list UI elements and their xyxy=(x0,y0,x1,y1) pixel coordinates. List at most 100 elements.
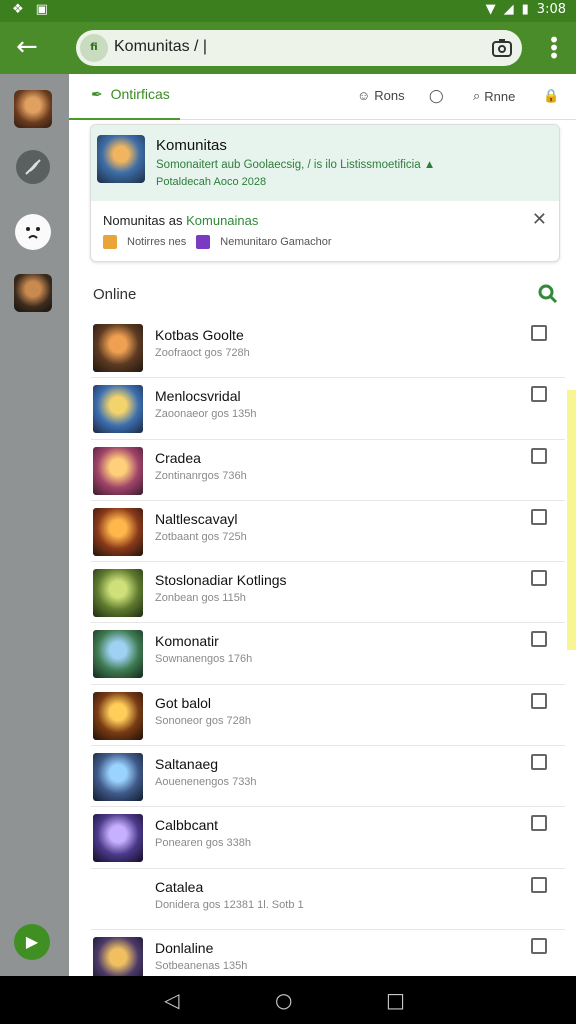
member-name: Saltanaeg xyxy=(155,756,219,773)
member-name: Kotbas Goolte xyxy=(155,327,244,343)
member-name: Stoslonadiar Kotlings xyxy=(155,572,287,589)
community-card[interactable]: Komunitas Somonaitert aub Goolaecsig, / … xyxy=(90,124,560,262)
member-name: Cradea xyxy=(155,449,201,466)
select-checkbox[interactable] xyxy=(531,570,547,587)
tab-ontirficas-label: Ontirficas xyxy=(110,86,170,102)
notification-icon: ❖ xyxy=(12,2,24,17)
avatar xyxy=(93,753,143,802)
member-status: Sononeor gos 728h xyxy=(155,714,252,727)
member-name: Komonatir xyxy=(155,633,219,650)
card-subtitle-accent: Komunainas xyxy=(186,213,259,228)
member-status: Sownanengos 176h xyxy=(155,653,253,666)
search-icon[interactable] xyxy=(538,284,558,304)
tab-ontirficas[interactable]: ✒ Ontirficas xyxy=(69,86,180,120)
member-list: Kotbas Goolte Zoofraoct gos 728h Menlocsvr… xyxy=(91,317,565,991)
camera-icon[interactable] xyxy=(490,36,514,60)
card-description: Somonaitert aub Goolaecsig, / is ilo Lis… xyxy=(156,159,436,171)
arrow-left-icon[interactable]: ← xyxy=(16,34,46,62)
member-status: Zontinanrgos 736h xyxy=(155,469,247,482)
avatar xyxy=(93,507,143,556)
triangle-back-icon[interactable]: ◁ xyxy=(164,988,179,1012)
play-icon[interactable]: ▶ xyxy=(14,924,50,960)
address-text[interactable]: Komunitas / | xyxy=(114,38,207,56)
avatar-warrior-icon[interactable] xyxy=(14,90,52,128)
signal-icon: ◢ xyxy=(503,2,514,17)
avatar xyxy=(93,630,143,679)
member-status: Sotbeanenas 135h xyxy=(155,959,248,972)
more-vert-icon[interactable]: • • • xyxy=(548,30,560,66)
select-checkbox[interactable] xyxy=(531,754,547,771)
avatar xyxy=(93,814,143,863)
status-bar: ❖ ▣ ▼ ◢ ▮ 3:08 xyxy=(0,0,576,22)
avatar xyxy=(93,385,143,434)
card-tag-1: Notirres nes xyxy=(127,236,187,248)
list-item[interactable]: Kotbas Goolte Zoofraoct gos 728h xyxy=(91,317,565,379)
card-title: Komunitas xyxy=(156,137,227,154)
member-name: Calbbcant xyxy=(155,817,219,834)
avatar xyxy=(93,446,143,495)
list-item[interactable]: Calbbcant Ponearen gos 338h xyxy=(91,807,565,869)
tab-rons-label: Rons xyxy=(374,88,405,103)
list-item[interactable]: Got balol Sononeor gos 728h xyxy=(91,685,565,747)
select-checkbox[interactable] xyxy=(531,447,547,464)
person-icon: ☺ xyxy=(357,88,371,103)
member-status: Ponearen gos 338h xyxy=(155,837,252,850)
list-item[interactable]: Komonatir Sownanengos 176h xyxy=(91,623,565,685)
card-tag-2: Nemunitaro Gamachor xyxy=(220,236,332,248)
top-nav: ✒ Ontirficas ☺ Rons ◯ ⌕ Rnne 🔒 xyxy=(69,74,576,120)
tab-rnne-label: Rnne xyxy=(484,88,516,104)
select-checkbox[interactable] xyxy=(531,386,547,403)
wifi-icon: ▼ xyxy=(485,2,496,17)
feather-icon[interactable] xyxy=(16,150,50,184)
member-status: Zonbean gos 115h xyxy=(155,592,246,605)
lock-icon[interactable]: 🔒 xyxy=(543,88,559,104)
avatar xyxy=(93,569,143,618)
site-badge: fi xyxy=(80,34,108,62)
avatar-gunner-icon[interactable] xyxy=(14,274,52,312)
app-toolbar: ← fi Komunitas / | • • • xyxy=(0,22,576,74)
card-subtitle: Nomunitas as Komunainas xyxy=(103,213,258,228)
avatar xyxy=(93,691,143,740)
avatar xyxy=(93,875,143,924)
member-name: Catalea xyxy=(155,878,204,895)
close-icon[interactable]: ✕ xyxy=(532,209,547,230)
list-item[interactable]: Naltlescavayl Zotbaant gos 725h xyxy=(91,501,565,563)
list-item[interactable]: Stoslonadiar Kotlings Zonbean gos 115h xyxy=(91,562,565,624)
select-checkbox[interactable] xyxy=(531,631,547,648)
square-recents-icon[interactable]: □ xyxy=(386,988,405,1012)
list-item[interactable]: Cradea Zontinanrgos 736h xyxy=(91,440,565,501)
member-name: Donlaline xyxy=(155,939,214,956)
scrollbar[interactable] xyxy=(567,390,576,650)
tab-rnne[interactable]: ⌕ Rnne xyxy=(473,88,515,104)
list-item[interactable]: Saltanaeg Aouenenengos 733h xyxy=(91,746,565,808)
battery-icon: ▮ xyxy=(521,2,529,17)
select-checkbox[interactable] xyxy=(531,876,547,893)
puzzle-icon xyxy=(196,235,211,249)
member-name: Menlocsvridal xyxy=(155,388,241,405)
ghost-face-icon[interactable] xyxy=(15,214,51,250)
status-time: 3:08 xyxy=(536,2,566,17)
main-content: ✒ Ontirficas ☺ Rons ◯ ⌕ Rnne 🔒 Komunitas… xyxy=(69,74,576,985)
list-item[interactable]: Catalea Donidera gos 12381 1l. Sotb 1 xyxy=(91,869,565,930)
member-status: Zaoonaeor gos 135h xyxy=(155,408,257,421)
select-checkbox[interactable] xyxy=(531,508,547,525)
card-tags: Notirres nes Nemunitaro Gamachor xyxy=(103,235,332,249)
list-item[interactable]: Menlocsvridal Zaoonaeor gos 135h xyxy=(91,378,565,440)
member-status: Zotbaant gos 725h xyxy=(155,530,247,543)
select-checkbox[interactable] xyxy=(531,937,547,954)
address-bar[interactable]: fi Komunitas / | xyxy=(76,30,522,66)
card-subtitle-prefix: Nomunitas as xyxy=(103,213,183,228)
community-thumbnail xyxy=(97,135,145,183)
chat-bubble-icon[interactable]: ◯ xyxy=(429,88,444,104)
card-header: Komunitas Somonaitert aub Goolaecsig, / … xyxy=(91,125,559,201)
select-checkbox[interactable] xyxy=(531,815,547,832)
tab-rons[interactable]: ☺ Rons xyxy=(357,88,405,103)
select-checkbox[interactable] xyxy=(531,692,547,709)
select-checkbox[interactable] xyxy=(531,325,547,341)
leaf-icon: ✒ xyxy=(91,86,103,102)
image-notification-icon: ▣ xyxy=(35,2,48,17)
member-name: Naltlescavayl xyxy=(155,510,238,527)
circle-home-icon[interactable]: ○ xyxy=(275,988,292,1012)
card-meta: Potaldecah Aoco 2028 xyxy=(156,176,267,188)
avatar xyxy=(93,324,143,372)
